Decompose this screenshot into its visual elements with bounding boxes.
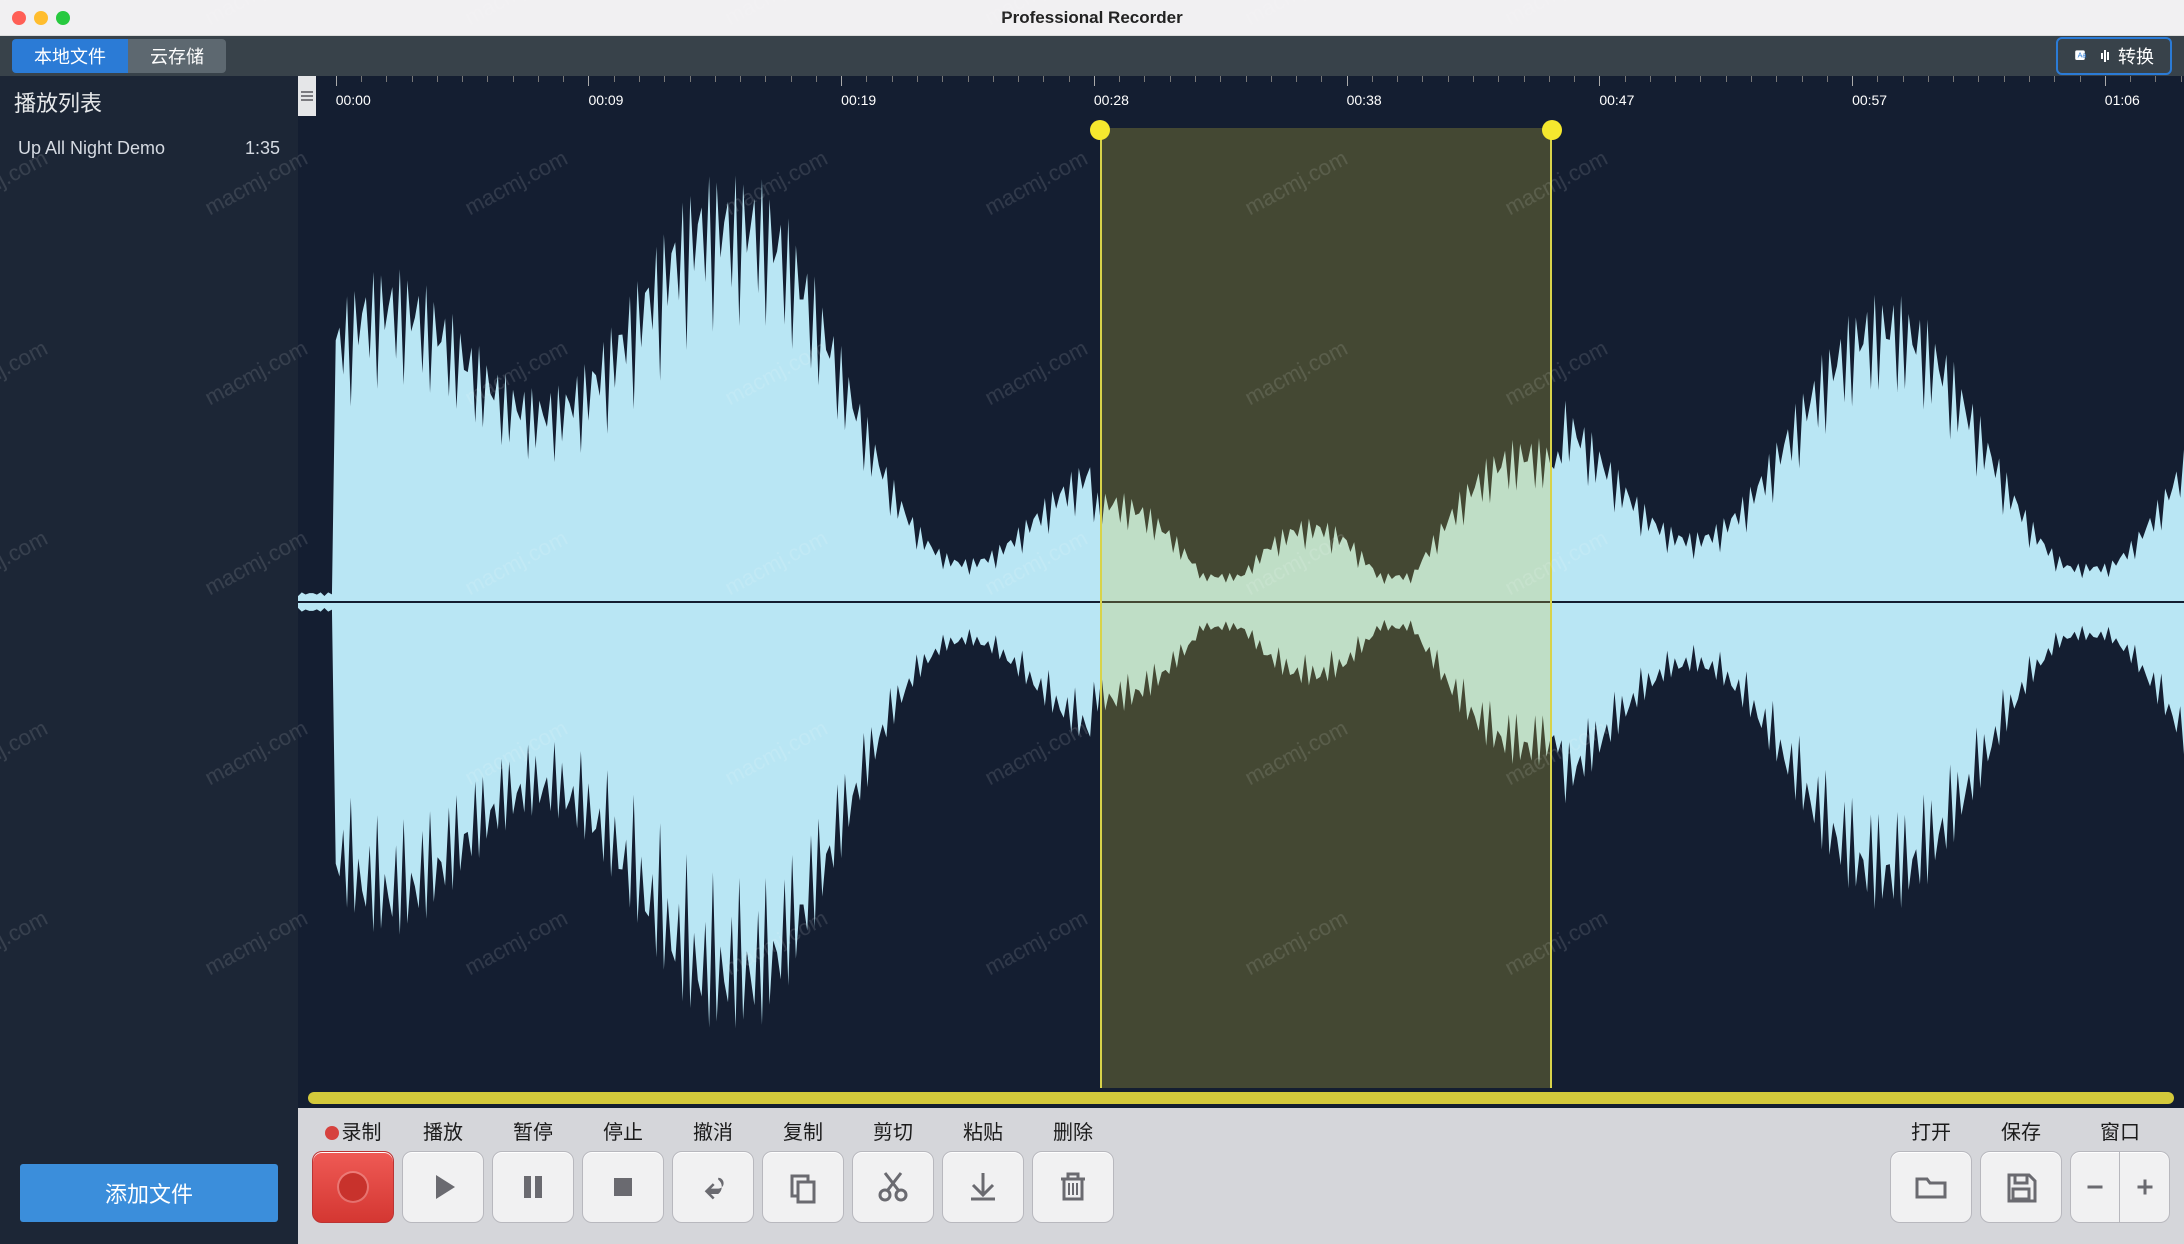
play-button[interactable] bbox=[402, 1151, 484, 1223]
record-icon bbox=[333, 1167, 373, 1207]
add-file-button[interactable]: 添加文件 bbox=[20, 1164, 278, 1222]
paste-button-label: 粘贴 bbox=[942, 1116, 1024, 1145]
zoom-controls-label: 窗口 bbox=[2070, 1116, 2170, 1145]
record-button-label: 录制 bbox=[312, 1116, 394, 1145]
undo-button-label: 撤消 bbox=[672, 1116, 754, 1145]
convert-label: 转换 bbox=[2118, 43, 2154, 69]
tab-cloud-storage[interactable]: 云存储 bbox=[128, 39, 226, 73]
playlist-item[interactable]: Up All Night Demo 1:35 bbox=[0, 128, 298, 169]
zoom-in-button[interactable] bbox=[2120, 1151, 2170, 1223]
ruler-label: 01:06 bbox=[2105, 92, 2140, 108]
window-zoom-button[interactable] bbox=[56, 11, 70, 25]
ruler-label: 00:19 bbox=[841, 92, 876, 108]
editor-area: 00:00 00:09 00:19 00:28 00:38 00:47 00:57 01:06… bbox=[298, 76, 2184, 1244]
ruler-gutter bbox=[298, 76, 316, 116]
open-icon bbox=[1911, 1167, 1951, 1207]
ruler-label: 00:09 bbox=[588, 92, 623, 108]
sidebar: 播放列表 Up All Night Demo 1:35 添加文件 bbox=[0, 76, 298, 1244]
copy-icon bbox=[783, 1167, 823, 1207]
svg-text:Aa: Aa bbox=[2078, 51, 2087, 60]
ruler-tick: 00:28 bbox=[1094, 76, 1129, 116]
waveform[interactable] bbox=[298, 116, 2184, 1088]
copy-button[interactable] bbox=[762, 1151, 844, 1223]
save-button[interactable] bbox=[1980, 1151, 2062, 1223]
window-titlebar: Professional Recorder bbox=[0, 0, 2184, 36]
save-icon bbox=[2001, 1167, 2041, 1207]
ruler-tick: 00:38 bbox=[1347, 76, 1382, 116]
zoom-out-button[interactable] bbox=[2070, 1151, 2120, 1223]
window-close-button[interactable] bbox=[12, 11, 26, 25]
undo-icon bbox=[693, 1167, 733, 1207]
paste-icon bbox=[963, 1167, 1003, 1207]
playlist-header: 播放列表 bbox=[0, 76, 298, 128]
selection-handle-end[interactable] bbox=[1542, 120, 1562, 140]
waveform-area[interactable] bbox=[298, 116, 2184, 1088]
ruler-tick: 00:00 bbox=[336, 76, 371, 116]
delete-button[interactable] bbox=[1032, 1151, 1114, 1223]
storage-tabs: 本地文件 云存储 bbox=[12, 39, 226, 73]
play-icon bbox=[423, 1167, 463, 1207]
window-title: Professional Recorder bbox=[1001, 8, 1182, 28]
delete-button-label: 删除 bbox=[1032, 1116, 1114, 1145]
timeline[interactable]: 00:00 00:09 00:19 00:28 00:38 00:47 00:57 01:06 bbox=[298, 76, 2184, 1108]
pause-icon bbox=[513, 1167, 553, 1207]
timeline-scrollbar[interactable] bbox=[308, 1092, 2174, 1104]
ruler-label: 00:28 bbox=[1094, 92, 1129, 108]
tab-local-files[interactable]: 本地文件 bbox=[12, 39, 128, 73]
open-button-label: 打开 bbox=[1890, 1116, 1972, 1145]
menu-icon bbox=[301, 90, 313, 102]
transport-toolbar: 录制播放暂停停止撤消复制剪切粘贴删除 打开保存窗口 bbox=[298, 1108, 2184, 1244]
ruler-tick: 01:06 bbox=[2105, 76, 2140, 116]
convert-button[interactable]: Aa 转换 bbox=[2056, 37, 2172, 75]
cut-button[interactable] bbox=[852, 1151, 934, 1223]
playlist-item-duration: 1:35 bbox=[245, 138, 280, 159]
playlist-item-name: Up All Night Demo bbox=[18, 138, 165, 159]
cut-icon bbox=[873, 1167, 913, 1207]
ruler-label: 00:47 bbox=[1599, 92, 1634, 108]
selection-handle-start[interactable] bbox=[1090, 120, 1110, 140]
ruler-label: 00:00 bbox=[336, 92, 371, 108]
pause-button[interactable] bbox=[492, 1151, 574, 1223]
ruler-tick: 00:09 bbox=[588, 76, 623, 116]
delete-icon bbox=[1053, 1167, 1093, 1207]
undo-button[interactable] bbox=[672, 1151, 754, 1223]
ruler-tick: 00:57 bbox=[1852, 76, 1887, 116]
top-toolbar: 本地文件 云存储 Aa 转换 bbox=[0, 36, 2184, 76]
stop-icon bbox=[603, 1167, 643, 1207]
save-button-label: 保存 bbox=[1980, 1116, 2062, 1145]
ruler-tick: 00:19 bbox=[841, 76, 876, 116]
record-button[interactable] bbox=[312, 1151, 394, 1223]
copy-button-label: 复制 bbox=[762, 1116, 844, 1145]
stop-button[interactable] bbox=[582, 1151, 664, 1223]
cut-button-label: 剪切 bbox=[852, 1116, 934, 1145]
play-button-label: 播放 bbox=[402, 1116, 484, 1145]
ruler-label: 00:57 bbox=[1852, 92, 1887, 108]
window-minimize-button[interactable] bbox=[34, 11, 48, 25]
open-button[interactable] bbox=[1890, 1151, 1972, 1223]
paste-button[interactable] bbox=[942, 1151, 1024, 1223]
ruler-tick: 00:47 bbox=[1599, 76, 1634, 116]
ruler-label: 00:38 bbox=[1347, 92, 1382, 108]
pause-button-label: 暂停 bbox=[492, 1116, 574, 1145]
translate-icon: Aa bbox=[2074, 48, 2094, 64]
sound-wave-icon bbox=[2100, 48, 2112, 64]
stop-button-label: 停止 bbox=[582, 1116, 664, 1145]
playlist: Up All Night Demo 1:35 bbox=[0, 128, 298, 1150]
time-ruler[interactable]: 00:00 00:09 00:19 00:28 00:38 00:47 00:57 01:06 bbox=[298, 76, 2184, 116]
